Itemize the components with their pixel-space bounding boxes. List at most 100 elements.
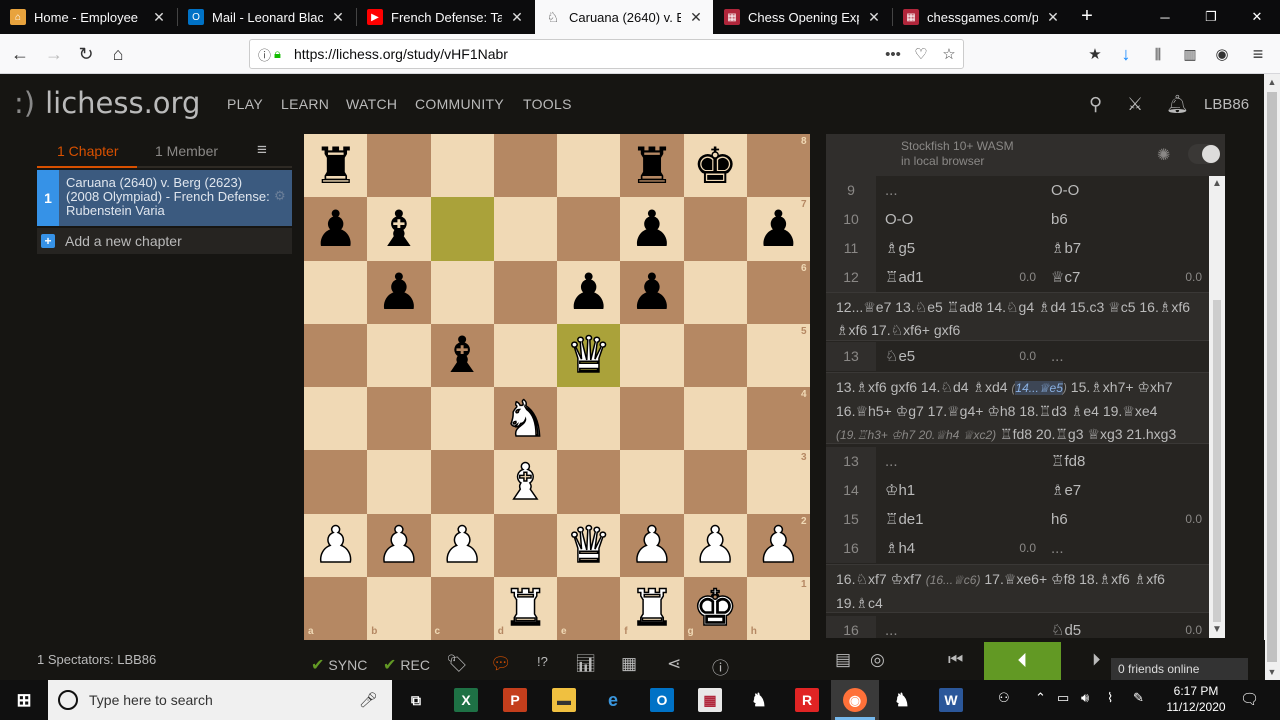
lightbulb-icon[interactable]: ✺ bbox=[1157, 145, 1170, 165]
close-icon[interactable]: ✕ bbox=[867, 9, 881, 26]
scroll-up-icon[interactable]: ▲ bbox=[1264, 74, 1280, 90]
move-white[interactable]: ♗h4 0.0 bbox=[876, 534, 1042, 563]
square-g5[interactable] bbox=[683, 323, 747, 387]
square-c7[interactable] bbox=[430, 197, 494, 261]
chess-app-icon[interactable]: ♞ bbox=[747, 688, 771, 712]
move-black[interactable]: ♘d5 0.0 bbox=[1042, 616, 1208, 638]
square-c6[interactable] bbox=[430, 260, 494, 324]
browser-tab[interactable]: O Mail - Leonard Blackb ✕ bbox=[178, 0, 355, 34]
move-black[interactable]: ... bbox=[1042, 342, 1208, 371]
bookmarks-icon[interactable]: ★ bbox=[1081, 40, 1109, 68]
sync-toggle[interactable]: ✔ SYNC bbox=[311, 654, 367, 676]
chess-piece[interactable]: ♟ bbox=[557, 261, 620, 324]
chess-engine-icon[interactable]: ♞ bbox=[890, 688, 914, 712]
more-actions-icon[interactable]: ••• bbox=[879, 46, 907, 63]
account-icon[interactable]: ◉ bbox=[1208, 40, 1236, 68]
download-icon[interactable]: ↓ bbox=[1112, 40, 1140, 68]
bookmark-star-icon[interactable]: ☆ bbox=[935, 45, 963, 63]
move-white[interactable]: ... bbox=[876, 616, 1042, 638]
engine-toggle[interactable] bbox=[1188, 144, 1220, 164]
chess-piece[interactable]: ♝ bbox=[431, 324, 494, 387]
chess-piece[interactable]: ♟ bbox=[684, 514, 747, 577]
browser-tab-active[interactable]: ♘ Caruana (2640) v. Berg ✕ bbox=[535, 0, 713, 34]
move-black[interactable]: ... bbox=[1042, 534, 1208, 563]
target-icon[interactable]: ◎ bbox=[870, 650, 885, 670]
nav-community[interactable]: COMMUNITY bbox=[415, 96, 504, 112]
home-icon[interactable]: ⌂ bbox=[104, 40, 132, 68]
library-icon[interactable]: ⫼ bbox=[1144, 40, 1172, 68]
square-f4[interactable] bbox=[620, 387, 684, 451]
chart-icon[interactable]: 📊︎ bbox=[575, 654, 597, 674]
close-window-button[interactable]: ✕ bbox=[1234, 0, 1280, 34]
move-black[interactable]: ♕c7 0.0 bbox=[1042, 263, 1208, 292]
move-white[interactable]: ♘e5 0.0 bbox=[876, 342, 1042, 371]
chess-piece[interactable]: ♛ bbox=[557, 324, 620, 387]
chess-piece[interactable]: ♞ bbox=[494, 387, 557, 450]
notification-bell-icon[interactable]: 🔔︎ bbox=[1166, 94, 1189, 115]
volume-icon[interactable]: 🔊︎ bbox=[1081, 690, 1089, 706]
gear-icon[interactable]: ⚙ bbox=[274, 170, 292, 226]
move-black[interactable]: b6 bbox=[1042, 205, 1208, 234]
info-icon[interactable]: ⓘ bbox=[258, 45, 274, 64]
square-e3[interactable] bbox=[557, 450, 621, 514]
variation-line[interactable]: 13.♗xf6 gxf6 14.♘d4 ♗xd4 (14...♕e5) 15.♗… bbox=[826, 372, 1209, 466]
square-e4[interactable] bbox=[557, 387, 621, 451]
square-b3[interactable] bbox=[367, 450, 431, 514]
square-c8[interactable] bbox=[430, 134, 494, 198]
scrollbar-thumb[interactable] bbox=[1213, 300, 1221, 622]
study-menu-icon[interactable]: ≡ bbox=[257, 140, 267, 160]
scrollbar-thumb[interactable] bbox=[1267, 92, 1277, 662]
pen-icon[interactable]: ✎ bbox=[1133, 690, 1144, 706]
windows-start-icon[interactable]: ⊞ bbox=[12, 688, 36, 712]
calendar-icon[interactable]: ▦ bbox=[698, 688, 722, 712]
chess-piece[interactable]: ♟ bbox=[747, 197, 810, 260]
book-icon[interactable]: ▤ bbox=[835, 650, 851, 670]
close-icon[interactable]: ✕ bbox=[689, 9, 703, 26]
square-g4[interactable] bbox=[683, 387, 747, 451]
scroll-up-icon[interactable]: ▲ bbox=[1209, 176, 1225, 192]
chess-piece[interactable]: ♟ bbox=[620, 261, 683, 324]
microphone-icon[interactable]: 🎤︎ bbox=[359, 691, 378, 709]
url-bar[interactable]: ⓘ 🔒︎ https://lichess.org/study/vHF1Nabr … bbox=[249, 39, 964, 69]
move-black[interactable]: O-O bbox=[1042, 176, 1208, 205]
chess-piece[interactable]: ♜ bbox=[620, 134, 683, 197]
challenge-icon[interactable]: ⚔ bbox=[1127, 94, 1143, 115]
tab-members[interactable]: 1 Member bbox=[155, 143, 218, 159]
grid-icon[interactable]: ▦ bbox=[621, 654, 637, 674]
taskbar-search[interactable]: Type here to search 🎤︎ bbox=[48, 680, 392, 720]
file-explorer-icon[interactable]: ▬ bbox=[552, 688, 576, 712]
chess-board[interactable]: 8 7 6 5 4 3 2 a b c d e f g 1 h ♜ ♜ ♚ ♟ ♝ ♟ ♟ ♟ ♟ ♟ ♝ ♛ ♞ ♝ ♟ ♟ ♟ ♛ ♟ ♟ ♟ ♜ ♜ ♚ bbox=[304, 134, 810, 640]
square-b4[interactable] bbox=[367, 387, 431, 451]
comment-icon[interactable]: 💬︎ bbox=[490, 654, 512, 674]
square-a4[interactable] bbox=[304, 387, 368, 451]
close-icon[interactable]: ✕ bbox=[510, 9, 524, 26]
move-list[interactable]: 9 ... O-O 10 O-O b6 11 ♗g5 ♗b7 12 ♖ad1 0.… bbox=[826, 176, 1209, 638]
forward-icon[interactable]: → bbox=[40, 40, 68, 68]
sidebar-icon[interactable]: ▥ bbox=[1176, 40, 1204, 68]
firefox-icon[interactable]: ◉ bbox=[843, 688, 867, 712]
next-move-icon[interactable]: ⏵ bbox=[1092, 650, 1101, 670]
search-icon[interactable]: ⚲ bbox=[1089, 94, 1102, 115]
square-d6[interactable] bbox=[493, 260, 557, 324]
square-d7[interactable] bbox=[493, 197, 557, 261]
browser-tab[interactable]: ▶ French Defense: Tarras ✕ bbox=[357, 0, 534, 34]
moves-scrollbar[interactable]: ▲ ▼ bbox=[1209, 176, 1225, 638]
site-logo[interactable]: :) lichess.org bbox=[14, 86, 200, 120]
variation-line[interactable]: 16.♘xf7 ♔xf7 (16...♕c6) 17.♕xe6+ ♔f8 18.… bbox=[826, 564, 1209, 613]
browser-tab[interactable]: ▦ Chess Opening Explor ✕ bbox=[714, 0, 891, 34]
square-g7[interactable] bbox=[683, 197, 747, 261]
tray-chevron-icon[interactable]: ⌃ bbox=[1035, 690, 1046, 706]
powerpoint-icon[interactable]: P bbox=[503, 688, 527, 712]
square-b8[interactable] bbox=[367, 134, 431, 198]
nav-watch[interactable]: WATCH bbox=[346, 96, 397, 112]
url-text[interactable]: https://lichess.org/study/vHF1Nabr bbox=[294, 46, 879, 62]
page-scrollbar[interactable]: ▲ ▼ bbox=[1264, 74, 1280, 680]
scroll-down-icon[interactable]: ▼ bbox=[1209, 622, 1225, 638]
maximize-button[interactable]: ❐ bbox=[1188, 0, 1234, 34]
chess-piece[interactable]: ♟ bbox=[620, 514, 683, 577]
move-white[interactable]: ... bbox=[876, 447, 1042, 476]
move-black[interactable]: ♗e7 bbox=[1042, 476, 1208, 505]
move-white[interactable]: ♖de1 bbox=[876, 505, 1042, 534]
move-white[interactable]: ♗g5 bbox=[876, 234, 1042, 263]
square-g3[interactable] bbox=[683, 450, 747, 514]
